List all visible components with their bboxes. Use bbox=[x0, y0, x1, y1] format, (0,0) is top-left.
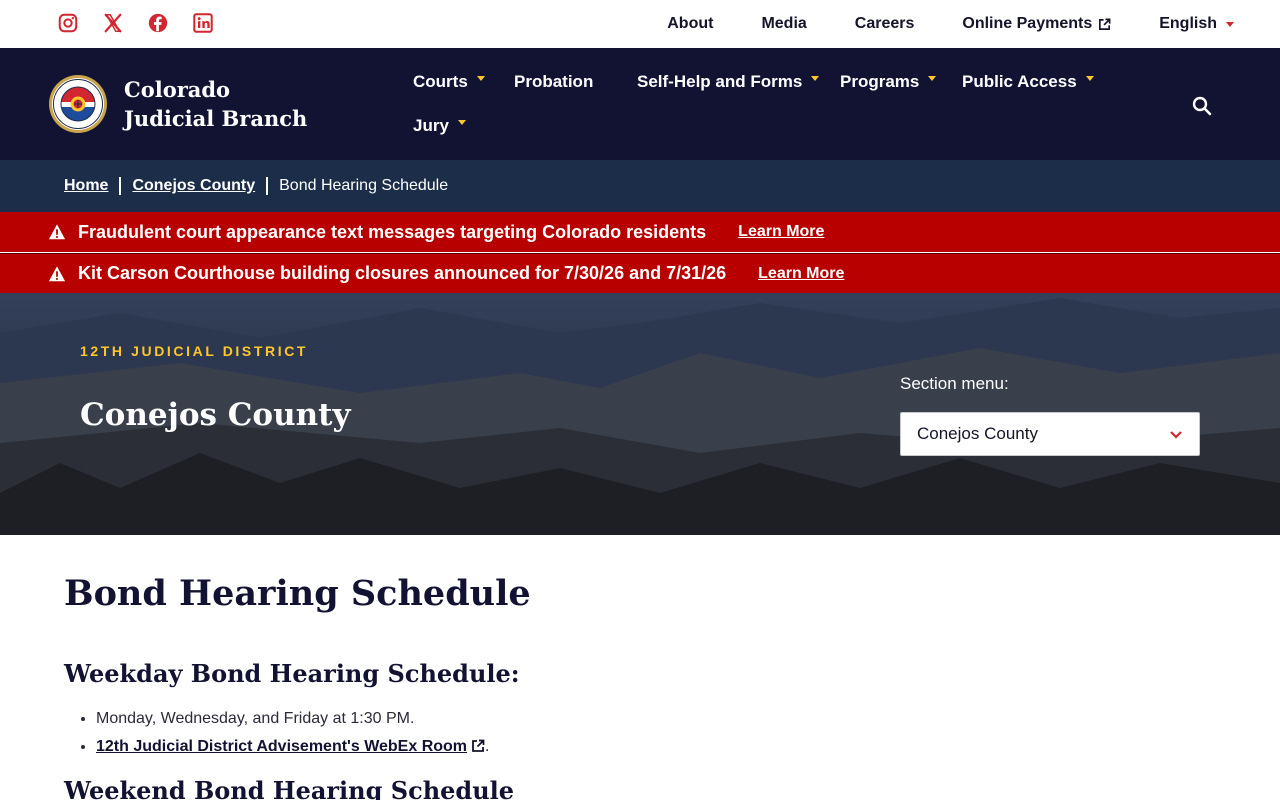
district-eyebrow: 12TH JUDICIAL DISTRICT bbox=[80, 343, 309, 359]
facebook-link[interactable] bbox=[147, 12, 169, 34]
chevron-down-icon bbox=[1170, 431, 1182, 439]
utility-links: About Media Careers Online Payments Engl… bbox=[619, 0, 1234, 48]
chevron-down-icon bbox=[1085, 75, 1094, 81]
nav-programs[interactable]: Programs bbox=[840, 70, 937, 94]
brand-home-link[interactable]: Colorado Judicial Branch bbox=[48, 74, 324, 134]
nav-programs-label: Programs bbox=[840, 72, 920, 91]
online-payments-link[interactable]: Online Payments bbox=[962, 15, 1111, 33]
nav-public-access-label: Public Access bbox=[962, 72, 1077, 91]
webex-room-link[interactable]: 12th Judicial District Advisement's WebE… bbox=[96, 738, 467, 755]
nav-probation-label: Probation bbox=[514, 72, 594, 91]
breadcrumb-separator bbox=[266, 177, 269, 195]
online-payments-label: Online Payments bbox=[962, 15, 1093, 32]
nav-self-help-forms[interactable]: Self-Help and Forms bbox=[637, 70, 820, 94]
alert-learn-more-link[interactable]: Learn More bbox=[758, 265, 844, 283]
facebook-icon bbox=[148, 13, 168, 33]
alert-text: Kit Carson Courthouse building closures … bbox=[78, 263, 727, 283]
warning-icon bbox=[48, 224, 66, 240]
chevron-down-icon bbox=[811, 75, 820, 81]
list-item: 12th Judicial District Advisement's WebE… bbox=[96, 733, 489, 761]
breadcrumb-home[interactable]: Home bbox=[64, 177, 108, 195]
language-selector[interactable]: English bbox=[1159, 15, 1234, 33]
language-label: English bbox=[1159, 15, 1217, 32]
nav-probation[interactable]: Probation bbox=[514, 70, 593, 94]
media-link[interactable]: Media bbox=[761, 15, 806, 33]
chevron-down-icon bbox=[457, 119, 466, 125]
weekday-list: Monday, Wednesday, and Friday at 1:30 PM… bbox=[96, 705, 489, 761]
social-links bbox=[57, 12, 214, 34]
colorado-courts-seal-logo bbox=[49, 75, 107, 133]
webex-suffix: . bbox=[485, 738, 490, 755]
breadcrumb-current: Bond Hearing Schedule bbox=[279, 177, 449, 194]
nav-courts-label: Courts bbox=[413, 72, 468, 91]
section-menu-select[interactable]: Conejos County bbox=[900, 412, 1200, 456]
linkedin-icon bbox=[193, 13, 213, 33]
x-icon bbox=[104, 13, 122, 33]
alert-banner: Fraudulent court appearance text message… bbox=[0, 212, 1280, 252]
breadcrumb-county[interactable]: Conejos County bbox=[132, 177, 255, 195]
hero-title: Conejos County bbox=[80, 397, 351, 433]
search-icon bbox=[1192, 96, 1212, 116]
alert-banner: Kit Carson Courthouse building closures … bbox=[0, 253, 1280, 293]
main-navigation: Colorado Judicial Branch Courts Probatio… bbox=[0, 48, 1280, 160]
alert-learn-more-link[interactable]: Learn More bbox=[738, 223, 824, 241]
breadcrumb-separator bbox=[119, 177, 122, 195]
brand-name: Colorado Judicial Branch bbox=[124, 77, 308, 131]
external-link-icon bbox=[472, 739, 485, 752]
chevron-down-icon bbox=[1226, 21, 1234, 27]
chevron-down-icon bbox=[928, 75, 937, 81]
page-title: Bond Hearing Schedule bbox=[64, 573, 531, 614]
section-menu-label: Section menu: bbox=[900, 374, 1009, 393]
nav-jury-label: Jury bbox=[413, 116, 449, 135]
warning-icon bbox=[48, 265, 66, 281]
nav-self-help-label: Self-Help and Forms bbox=[637, 72, 803, 91]
external-link-icon bbox=[1099, 18, 1111, 30]
weekend-heading: Weekend Bond Hearing Schedule bbox=[64, 776, 515, 800]
breadcrumb: Home Conejos County Bond Hearing Schedul… bbox=[0, 160, 1280, 212]
weekday-heading: Weekday Bond Hearing Schedule: bbox=[64, 659, 520, 688]
nav-public-access[interactable]: Public Access bbox=[962, 70, 1094, 94]
instagram-icon bbox=[58, 13, 78, 33]
nav-jury[interactable]: Jury bbox=[413, 114, 466, 138]
x-link[interactable] bbox=[102, 12, 124, 34]
weekday-schedule-text: Monday, Wednesday, and Friday at 1:30 PM… bbox=[96, 710, 415, 727]
utility-bar: About Media Careers Online Payments Engl… bbox=[0, 0, 1280, 48]
search-button[interactable] bbox=[1190, 94, 1214, 118]
about-link[interactable]: About bbox=[667, 15, 713, 33]
section-menu-value: Conejos County bbox=[917, 424, 1038, 443]
hero-banner: 12TH JUDICIAL DISTRICT Conejos County Se… bbox=[0, 293, 1280, 535]
careers-link[interactable]: Careers bbox=[855, 15, 915, 33]
list-item: Monday, Wednesday, and Friday at 1:30 PM… bbox=[96, 705, 489, 733]
nav-courts[interactable]: Courts bbox=[413, 70, 485, 94]
alert-text: Fraudulent court appearance text message… bbox=[78, 221, 707, 242]
instagram-link[interactable] bbox=[57, 12, 79, 34]
chevron-down-icon bbox=[476, 75, 485, 81]
linkedin-link[interactable] bbox=[192, 12, 214, 34]
